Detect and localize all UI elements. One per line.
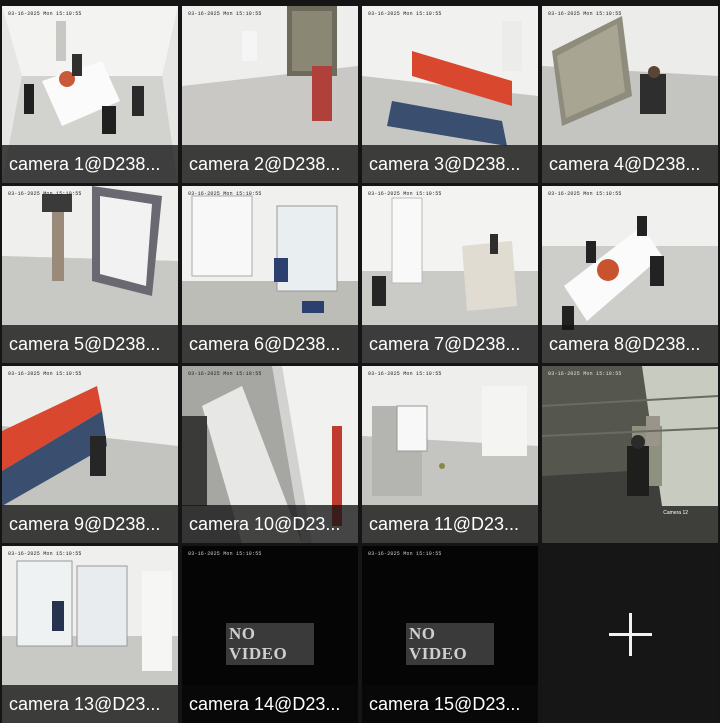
camera-label: camera 4@D238...	[542, 145, 718, 183]
camera-osd-name: Camera 12	[663, 510, 688, 516]
camera-label: camera 6@D238...	[182, 325, 358, 363]
camera-label: camera 5@D238...	[2, 325, 178, 363]
timestamp: 03-16-2025 Mon 15:10:55	[8, 371, 82, 377]
timestamp: 03-16-2025 Mon 15:10:55	[548, 371, 622, 377]
camera-tile-6[interactable]: 03-16-2025 Mon 15:10:55 camera 6@D238...	[182, 186, 358, 363]
timestamp: 03-16-2025 Mon 15:10:55	[548, 191, 622, 197]
timestamp: 03-16-2025 Mon 15:10:55	[368, 11, 442, 17]
camera-label: camera 10@D23...	[182, 505, 358, 543]
add-camera-tile[interactable]	[542, 546, 718, 723]
timestamp: 03-16-2025 Mon 15:10:55	[188, 191, 262, 197]
camera-tile-1[interactable]: 03-16-2025 Mon 15:10:55 camera 1@D238...	[2, 6, 178, 183]
plus-icon[interactable]	[609, 613, 652, 656]
camera-label: camera 15@D23...	[362, 685, 538, 723]
camera-tile-12[interactable]: 03-16-2025 Mon 15:10:55 Camera 12	[542, 366, 718, 543]
camera-tile-7[interactable]: 03-16-2025 Mon 15:10:55 camera 7@D238...	[362, 186, 538, 363]
camera-tile-9[interactable]: 03-16-2025 Mon 15:10:55 camera 9@D238...	[2, 366, 178, 543]
camera-label: camera 11@D23...	[362, 505, 538, 543]
camera-label: camera 8@D238...	[542, 325, 718, 363]
camera-tile-13[interactable]: 03-16-2025 Mon 15:10:55 camera 13@D23...	[2, 546, 178, 723]
camera-tile-11[interactable]: 03-16-2025 Mon 15:10:55 camera 11@D23...	[362, 366, 538, 543]
timestamp: 03-16-2025 Mon 15:10:55	[8, 11, 82, 17]
camera-tile-5[interactable]: 03-16-2025 Mon 15:10:55 camera 5@D238...	[2, 186, 178, 363]
camera-tile-10[interactable]: 03-16-2025 Mon 15:10:55 camera 10@D23...	[182, 366, 358, 543]
timestamp: 03-16-2025 Mon 15:10:55	[188, 371, 262, 377]
camera-12-feed	[542, 366, 718, 543]
camera-tile-4[interactable]: 03-16-2025 Mon 15:10:55 camera 4@D238...	[542, 6, 718, 183]
timestamp: 03-16-2025 Mon 15:10:55	[188, 551, 262, 557]
camera-label: camera 2@D238...	[182, 145, 358, 183]
timestamp: 03-16-2025 Mon 15:10:55	[8, 191, 82, 197]
camera-tile-15[interactable]: 03-16-2025 Mon 15:10:55 NO VIDEO camera …	[362, 546, 538, 723]
timestamp: 03-16-2025 Mon 15:10:55	[188, 11, 262, 17]
camera-tile-2[interactable]: 03-16-2025 Mon 15:10:55 camera 2@D238...	[182, 6, 358, 183]
camera-tile-14[interactable]: 03-16-2025 Mon 15:10:55 NO VIDEO camera …	[182, 546, 358, 723]
camera-grid: 03-16-2025 Mon 15:10:55 camera 1@D238...…	[0, 0, 720, 723]
camera-label: camera 14@D23...	[182, 685, 358, 723]
timestamp: 03-16-2025 Mon 15:10:55	[368, 191, 442, 197]
timestamp: 03-16-2025 Mon 15:10:55	[8, 551, 82, 557]
camera-tile-3[interactable]: 03-16-2025 Mon 15:10:55 camera 3@D238...	[362, 6, 538, 183]
timestamp: 03-16-2025 Mon 15:10:55	[548, 11, 622, 17]
timestamp: 03-16-2025 Mon 15:10:55	[368, 371, 442, 377]
no-video-indicator: NO VIDEO	[406, 623, 494, 665]
no-video-indicator: NO VIDEO	[226, 623, 314, 665]
camera-tile-8[interactable]: 03-16-2025 Mon 15:10:55 camera 8@D238...	[542, 186, 718, 363]
camera-label: camera 9@D238...	[2, 505, 178, 543]
camera-label: camera 3@D238...	[362, 145, 538, 183]
camera-label: camera 1@D238...	[2, 145, 178, 183]
camera-label: camera 7@D238...	[362, 325, 538, 363]
camera-label: camera 13@D23...	[2, 685, 178, 723]
timestamp: 03-16-2025 Mon 15:10:55	[368, 551, 442, 557]
